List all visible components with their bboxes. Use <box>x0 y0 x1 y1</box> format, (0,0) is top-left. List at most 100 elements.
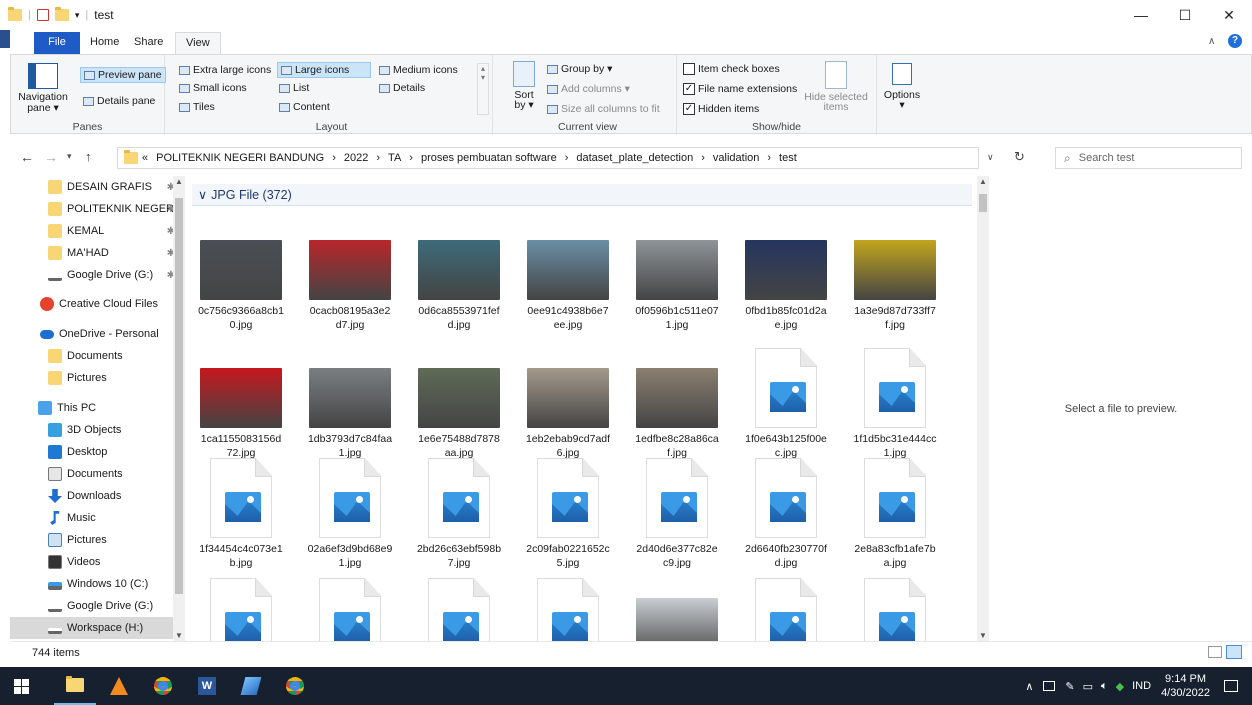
tiles-option[interactable]: Tiles <box>179 101 215 113</box>
file-item[interactable]: 0fbd1b85fc01d2ae.jpg <box>737 216 835 332</box>
file-item[interactable] <box>410 574 508 641</box>
nav-item[interactable]: This PC <box>10 397 175 419</box>
layout-scroll[interactable]: ▴ ▾ <box>477 63 489 115</box>
file-item[interactable]: 1f1d5bc31e444cc1.jpg <box>846 344 944 460</box>
recent-locations-icon[interactable]: ▾ <box>67 151 72 162</box>
medium-icons-option[interactable]: Medium icons <box>379 64 458 76</box>
breadcrumb-segment[interactable]: 2022 <box>344 152 368 164</box>
add-columns-button[interactable]: Add columns ▾ <box>547 83 630 95</box>
start-button[interactable] <box>0 667 42 705</box>
file-item[interactable] <box>628 574 726 641</box>
maximize-button[interactable]: ☐ <box>1162 0 1208 30</box>
nav-item[interactable]: OneDrive - Personal <box>10 323 175 345</box>
volume-icon[interactable]: 🔈︎ <box>1101 680 1108 693</box>
file-item[interactable]: 1e6e75488d7878aa.jpg <box>410 344 508 460</box>
show-hidden-icons-icon[interactable]: ∧ <box>1025 680 1033 693</box>
file-item[interactable]: 2d6640fb230770fd.jpg <box>737 454 835 570</box>
large-icons-option[interactable]: Large icons <box>277 62 371 78</box>
breadcrumb-chevron-icon[interactable]: › <box>409 152 413 164</box>
forward-arrow-icon[interactable]: → <box>44 149 58 165</box>
details-option[interactable]: Details <box>379 82 425 94</box>
close-button[interactable]: ✕ <box>1206 0 1252 30</box>
group-by-button[interactable]: Group by ▾ <box>547 63 612 75</box>
nav-item[interactable]: POLITEKNIK NEGER ✱ <box>10 198 175 220</box>
minimize-button[interactable]: — <box>1118 0 1164 30</box>
file-item[interactable] <box>737 574 835 641</box>
nav-item[interactable]: Creative Cloud Files <box>10 293 175 315</box>
vlc-taskbar-button[interactable] <box>98 667 140 705</box>
scroll-up-icon[interactable]: ▲ <box>173 177 185 186</box>
chrome-profile-taskbar-button[interactable] <box>274 667 316 705</box>
breadcrumb-chevron-icon[interactable]: › <box>376 152 380 164</box>
nav-item[interactable]: Pictures <box>10 367 175 389</box>
back-arrow-icon[interactable]: ← <box>20 149 34 165</box>
help-icon[interactable]: ? <box>1228 34 1242 48</box>
file-item[interactable]: 0c756c9366a8cb10.jpg <box>192 216 290 332</box>
content-option[interactable]: Content <box>279 101 330 113</box>
file-item[interactable]: 1edfbe8c28a86caf.jpg <box>628 344 726 460</box>
nav-item[interactable]: Windows 10 (C:) <box>10 573 175 595</box>
nav-item[interactable]: 3D Objects <box>10 419 175 441</box>
address-dropdown-icon[interactable]: ∨ <box>987 152 994 163</box>
nav-item[interactable]: KEMAL ✱ <box>10 220 175 242</box>
file-item[interactable] <box>301 574 399 641</box>
size-columns-button[interactable]: Size all columns to fit <box>547 103 660 115</box>
file-item[interactable]: 2e8a83cfb1afe7ba.jpg <box>846 454 944 570</box>
file-item[interactable]: 1ca1155083156d72.jpg <box>192 344 290 460</box>
large-icons-view-icon[interactable] <box>1226 645 1242 659</box>
hide-selected-button[interactable]: Hide selected items <box>801 61 871 113</box>
navigation-scrollbar[interactable]: ▲ ▼ <box>173 176 185 641</box>
nav-item[interactable]: Music <box>10 507 175 529</box>
breadcrumb-segment[interactable]: POLITEKNIK NEGERI BANDUNG <box>156 152 324 164</box>
app-taskbar-button[interactable] <box>230 667 272 705</box>
tab-file[interactable]: File <box>34 32 80 54</box>
scroll-down-icon[interactable]: ▼ <box>977 631 989 640</box>
search-input[interactable]: ⌕ Search test <box>1055 147 1242 169</box>
up-arrow-icon[interactable]: ↑ <box>85 149 92 164</box>
file-item[interactable]: 1db3793d7c84faa1.jpg <box>301 344 399 460</box>
nav-item[interactable]: DESAIN GRAFIS ✱ <box>10 176 175 198</box>
refresh-icon[interactable]: ↻ <box>1014 149 1025 165</box>
file-item[interactable] <box>519 574 617 641</box>
properties-icon[interactable] <box>36 9 49 21</box>
breadcrumb-segment[interactable]: validation <box>713 152 759 164</box>
small-icons-option[interactable]: Small icons <box>179 82 247 94</box>
word-taskbar-button[interactable]: W <box>186 667 228 705</box>
breadcrumb-segment[interactable]: dataset_plate_detection <box>576 152 693 164</box>
nav-item[interactable]: Pictures <box>10 529 175 551</box>
sort-by-button[interactable]: Sort by ▾ <box>507 61 541 111</box>
tray-app-icon-2[interactable]: ◆ <box>1116 680 1124 693</box>
scroll-thumb[interactable] <box>175 198 183 594</box>
nav-item[interactable]: Google Drive (G:) ✱ <box>10 264 175 286</box>
clock[interactable]: 9:14 PM 4/30/2022 <box>1161 672 1210 700</box>
breadcrumb-chevron-icon[interactable]: › <box>701 152 705 164</box>
breadcrumb-chevron-icon[interactable]: › <box>332 152 336 164</box>
tab-share[interactable]: Share <box>124 32 173 54</box>
nav-item[interactable]: Downloads <box>10 485 175 507</box>
content-scrollbar[interactable]: ▲ ▼ <box>977 176 989 641</box>
group-header[interactable]: ∨ JPG File (372) <box>192 184 972 206</box>
file-item[interactable]: 1f0e643b125f00ec.jpg <box>737 344 835 460</box>
pen-icon[interactable]: ✎ <box>1065 680 1074 693</box>
preview-pane-button[interactable]: Preview pane <box>80 67 166 83</box>
network-icon[interactable]: ▭ <box>1083 680 1093 693</box>
tray-app-icon[interactable] <box>1043 681 1056 691</box>
details-view-icon[interactable] <box>1208 646 1222 658</box>
chrome-taskbar-button[interactable] <box>142 667 184 705</box>
file-item[interactable]: 02a6ef3d9bd68e91.jpg <box>301 454 399 570</box>
hidden-items-toggle[interactable]: ✓ Hidden items <box>683 103 759 115</box>
file-item[interactable]: 0d6ca8553971fefd.jpg <box>410 216 508 332</box>
file-item[interactable] <box>846 574 944 641</box>
file-item[interactable]: 2d40d6e377c82ec9.jpg <box>628 454 726 570</box>
breadcrumb-chevron-icon[interactable]: › <box>565 152 569 164</box>
file-item[interactable]: 0f0596b1c511e071.jpg <box>628 216 726 332</box>
list-option[interactable]: List <box>279 82 309 94</box>
extra-large-icons-option[interactable]: Extra large icons <box>179 64 271 76</box>
nav-item[interactable]: Desktop <box>10 441 175 463</box>
file-item[interactable]: 0ee91c4938b6e7ee.jpg <box>519 216 617 332</box>
tab-view[interactable]: View <box>175 32 221 54</box>
nav-item[interactable]: Documents <box>10 345 175 367</box>
notifications-icon[interactable] <box>1224 680 1238 692</box>
file-item[interactable]: 1eb2ebab9cd7adf6.jpg <box>519 344 617 460</box>
file-item[interactable]: 1f34454c4c073e1b.jpg <box>192 454 290 570</box>
